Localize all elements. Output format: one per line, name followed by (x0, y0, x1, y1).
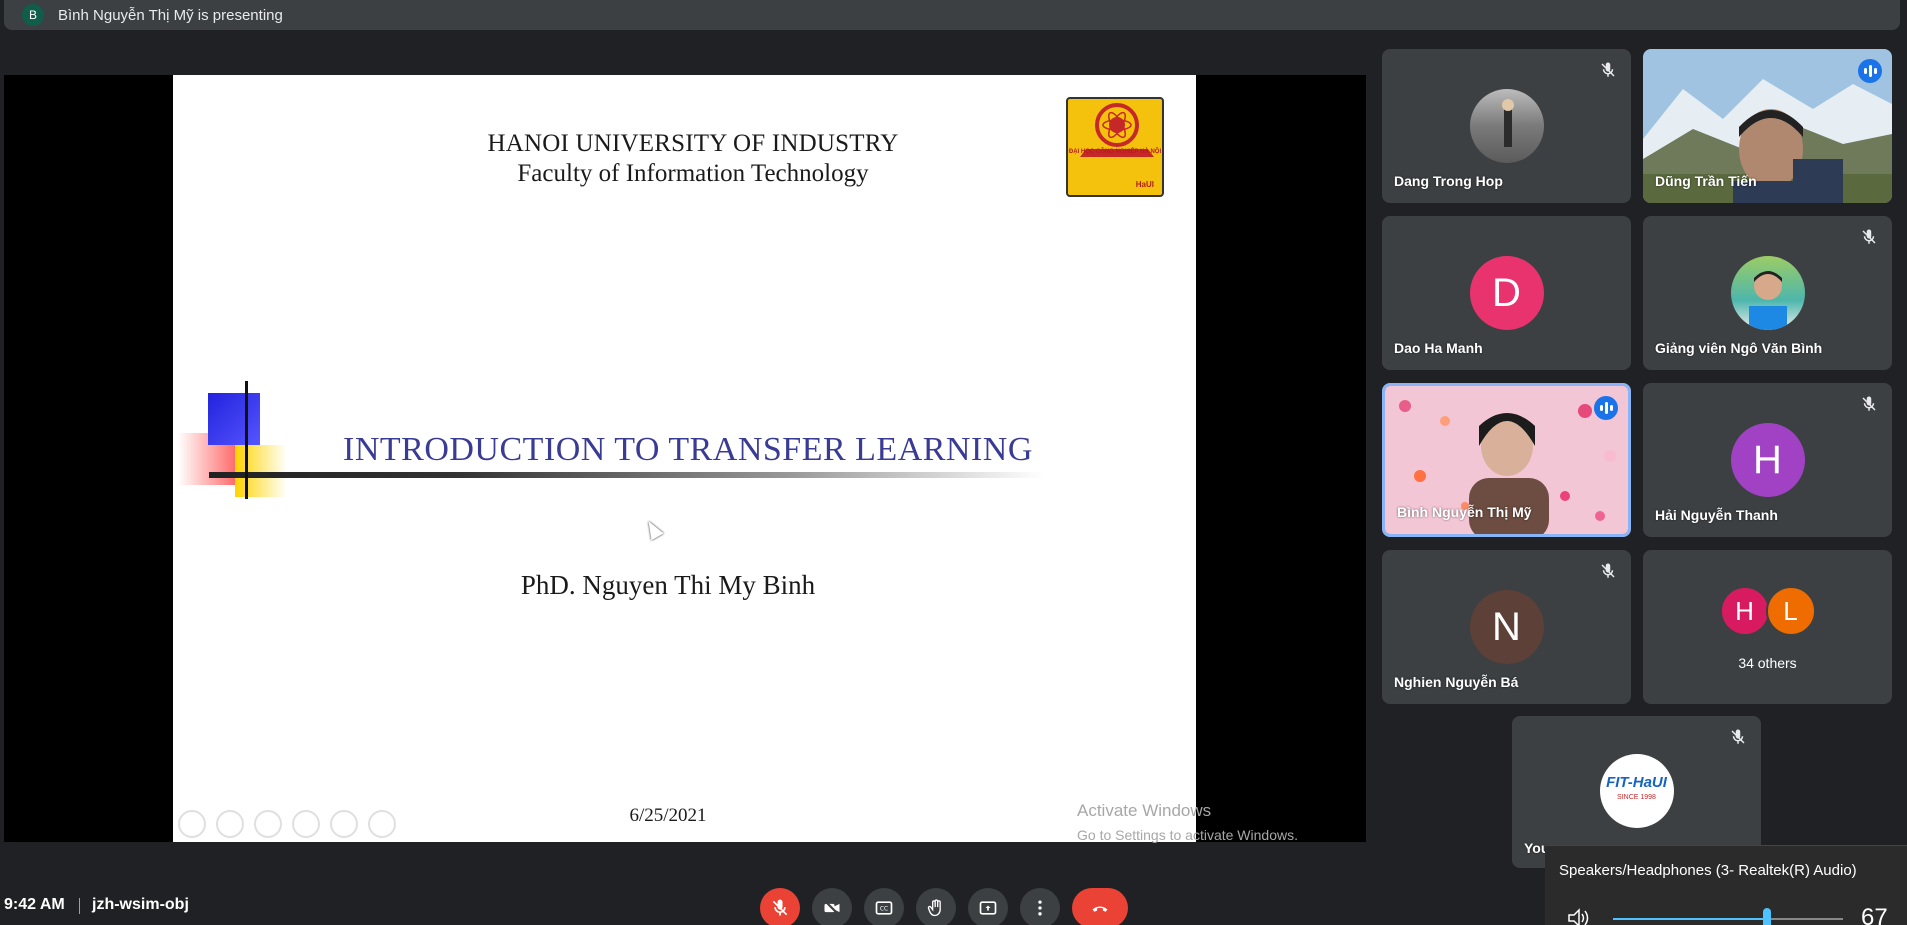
participant-tile[interactable]: Dang Trong Hop (1382, 49, 1631, 203)
zoom-icon[interactable] (330, 810, 358, 838)
mic-off-icon (1729, 728, 1747, 746)
raise-hand-button[interactable] (916, 888, 956, 925)
others-tile[interactable]: H L 34 others (1643, 550, 1892, 704)
avatar: H (1730, 423, 1805, 497)
leave-call-button[interactable] (1072, 888, 1128, 925)
more-options-button[interactable] (1020, 888, 1060, 925)
mic-off-icon (1599, 562, 1617, 580)
volume-slider-thumb[interactable] (1763, 908, 1771, 925)
slide: HANOI UNIVERSITY OF INDUSTRY Faculty of … (173, 75, 1196, 842)
present-screen-icon (979, 901, 997, 915)
participant-tile[interactable]: Giảng viên Ngô Văn Bình (1643, 216, 1892, 370)
participant-name: Dang Trong Hop (1394, 173, 1503, 189)
fit-logo-sub: SINCE 1998 (1617, 794, 1656, 801)
logo-text: ĐẠI HỌC CÔNG NGHIỆP HÀ NỘI (1068, 149, 1162, 155)
clock: 9:42 AM (4, 896, 65, 913)
meeting-code[interactable]: jzh-wsim-obj (92, 896, 189, 914)
mic-off-icon (1599, 61, 1617, 79)
participant-tile[interactable]: D Dao Ha Manh (1382, 216, 1631, 370)
presenting-text: Bình Nguyễn Thị Mỹ is presenting (58, 6, 283, 24)
slide-decoration (245, 381, 248, 499)
mic-off-icon (1860, 395, 1878, 413)
fit-logo-text: FIT-HaUI (1606, 774, 1667, 791)
speaker-icon[interactable] (1567, 908, 1593, 925)
slide-title: INTRODUCTION TO TRANSFER LEARNING (343, 431, 1033, 468)
mic-off-icon (1860, 228, 1878, 246)
avatar (1469, 89, 1544, 163)
audio-device-label: Speakers/Headphones (3- Realtek(R) Audio… (1559, 862, 1857, 879)
slide-decoration (235, 445, 287, 497)
camera-off-icon (823, 899, 841, 917)
prev-slide-icon[interactable] (178, 810, 206, 838)
slide-controls[interactable] (178, 810, 396, 838)
volume-slider-fill (1613, 918, 1767, 920)
participant-tile[interactable]: N Nghien Nguyễn Bá (1382, 550, 1631, 704)
avatar: N (1469, 590, 1544, 664)
speaking-indicator-icon (1594, 396, 1618, 420)
avatar: FIT-HaUI SINCE 1998 (1599, 754, 1674, 828)
divider (79, 898, 80, 914)
participant-name: Hải Nguyễn Thanh (1655, 507, 1778, 523)
avatar: H (1719, 586, 1770, 636)
camera-toggle-button[interactable] (812, 888, 852, 925)
slide-faculty: Faculty of Information Technology (517, 160, 869, 187)
logo-brand: HaUI (1135, 180, 1154, 189)
participant-name: Dũng Trần Tiến (1655, 173, 1757, 189)
slide-decoration (208, 393, 260, 445)
slide-university: HANOI UNIVERSITY OF INDUSTRY (487, 130, 899, 157)
others-avatars: H L (1643, 586, 1892, 636)
volume-flyout: Speakers/Headphones (3- Realtek(R) Audio… (1545, 845, 1907, 925)
pen-icon[interactable] (254, 810, 282, 838)
presentation-stage[interactable]: HANOI UNIVERSITY OF INDUSTRY Faculty of … (4, 75, 1366, 843)
next-slide-icon[interactable] (216, 810, 244, 838)
activate-windows-watermark: Activate Windows Go to Settings to activ… (1077, 801, 1298, 843)
more-vert-icon (1038, 900, 1042, 916)
university-logo: ĐẠI HỌC CÔNG NGHIỆP HÀ NỘI HaUI (1066, 97, 1164, 197)
avatar: L (1765, 586, 1816, 636)
title-underline (209, 472, 1044, 478)
participant-tile[interactable]: H Hải Nguyễn Thanh (1643, 383, 1892, 537)
avatar: D (1469, 256, 1544, 330)
hang-up-icon (1092, 906, 1108, 912)
participant-tile[interactable]: Bình Nguyễn Thị Mỹ (1382, 383, 1631, 537)
captions-icon: CC (875, 901, 893, 915)
mic-off-icon (772, 899, 788, 916)
participant-tile[interactable]: Dũng Trần Tiến (1643, 49, 1892, 203)
watermark-title: Activate Windows (1077, 801, 1212, 820)
slide-author: PhD. Nguyen Thi My Binh (520, 570, 816, 600)
mouse-cursor-icon (642, 517, 664, 541)
participant-name: Giảng viên Ngô Văn Bình (1655, 340, 1823, 356)
others-count: 34 others (1738, 655, 1797, 671)
svg-text:CC: CC (880, 907, 888, 913)
hand-icon (927, 899, 941, 917)
participant-name: Bình Nguyễn Thị Mỹ (1397, 504, 1532, 520)
participant-name: Dao Ha Manh (1394, 340, 1483, 356)
participant-name: Nghien Nguyễn Bá (1394, 674, 1519, 690)
present-button[interactable] (968, 888, 1008, 925)
more-icon[interactable] (368, 810, 396, 838)
presenter-avatar: B (22, 4, 44, 26)
mic-toggle-button[interactable] (760, 888, 800, 925)
volume-slider[interactable] (1613, 908, 1843, 925)
captions-button[interactable]: CC (864, 888, 904, 925)
presenting-banner: B Bình Nguyễn Thị Mỹ is presenting (4, 0, 1900, 30)
watermark-subtitle: Go to Settings to activate Windows. (1077, 827, 1298, 843)
volume-value: 67 (1861, 904, 1888, 925)
slides-icon[interactable] (292, 810, 320, 838)
speaking-indicator-icon (1858, 59, 1882, 83)
avatar (1730, 256, 1805, 330)
